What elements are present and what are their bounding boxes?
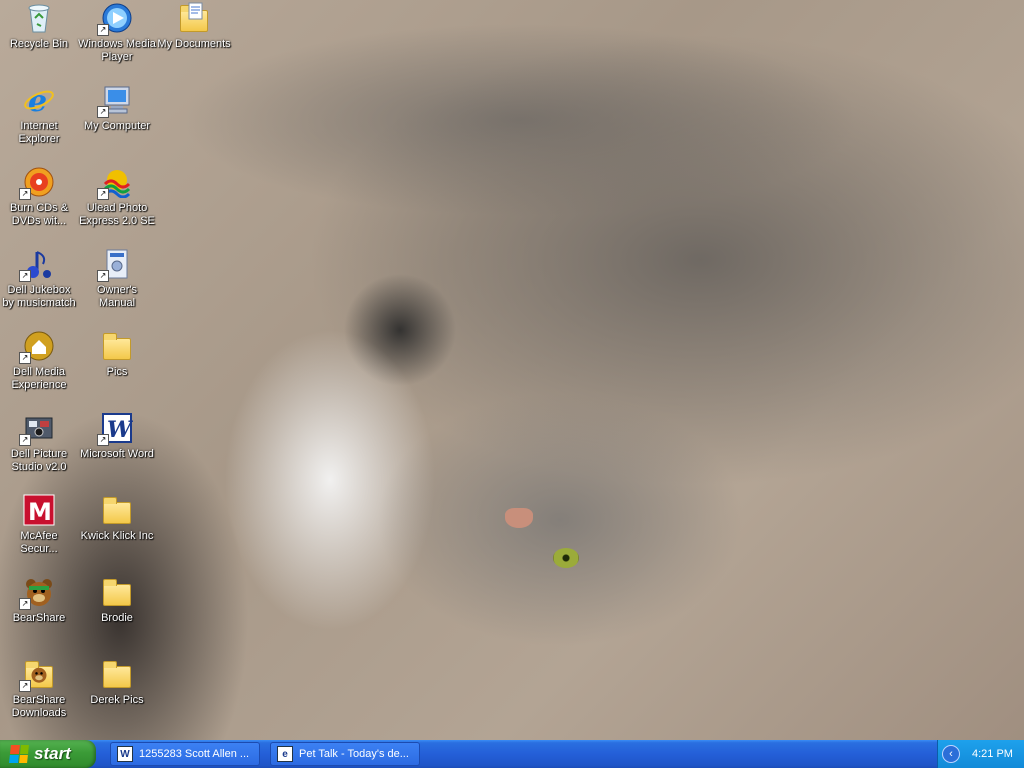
folder-icon (101, 658, 133, 690)
desktop-icon-label: Pics (106, 366, 128, 378)
desktop-icon-label: McAfee Secur... (20, 530, 58, 555)
desktop-icon-label: Internet Explorer (18, 120, 60, 145)
start-button-label: start (34, 744, 71, 763)
recycle-bin-icon (23, 2, 55, 34)
shortcut-arrow-icon: ↗ (97, 106, 109, 118)
shortcut-arrow-icon: ↗ (19, 270, 31, 282)
shortcut-arrow-icon: ↗ (97, 434, 109, 446)
shortcut-arrow-icon: ↗ (97, 24, 109, 36)
desktop-icon-label: Windows Media Player (78, 38, 156, 63)
taskbar-clock[interactable]: 4:21 PM (972, 748, 1013, 760)
desktop-icon-dell-picture-studio[interactable]: ↗ Dell Picture Studio v2.0 (0, 412, 78, 474)
windows-media-player-icon: ↗ (97, 2, 133, 36)
desktop-icon-label: BearShare (12, 612, 66, 624)
desktop-icon-label: Dell Media Experience (11, 366, 67, 391)
svg-text:W: W (107, 417, 133, 443)
burn-cd-icon: ↗ (19, 166, 55, 200)
dell-picture-studio-icon: ↗ (19, 412, 55, 446)
show-hidden-icons-chevron-icon[interactable]: ‹ (942, 745, 960, 763)
desktop-icon-ulead-photo-express[interactable]: ↗ Ulead Photo Express 2.0 SE (78, 166, 156, 228)
desktop-icon-pics[interactable]: Pics (78, 330, 156, 379)
shortcut-arrow-icon: ↗ (19, 598, 31, 610)
desktop-icon-bearshare[interactable]: ↗ BearShare (0, 576, 78, 625)
desktop-icon-label: Ulead Photo Express 2.0 SE (79, 202, 155, 227)
wallpaper-cat-nose (505, 508, 533, 528)
desktop-icon-owners-manual[interactable]: ↗ Owner's Manual (78, 248, 156, 310)
internet-explorer-icon: e (23, 84, 55, 116)
ulead-photo-icon: ↗ (97, 166, 133, 200)
desktop-icon-dell-media-experience[interactable]: ↗ Dell Media Experience (0, 330, 78, 392)
microsoft-word-icon: W ↗ (97, 412, 133, 446)
dell-jukebox-icon: ↗ (19, 248, 55, 282)
desktop-icon-label: Recycle Bin (9, 38, 69, 50)
internet-explorer-icon: e (277, 746, 293, 762)
desktop-icon-burn-cds[interactable]: ↗ Burn CDs & DVDs wit... (0, 166, 78, 228)
desktop-icon-brodie[interactable]: Brodie (78, 576, 156, 625)
desktop-icon-bearshare-downloads[interactable]: ↗ BearShare Downloads (0, 658, 78, 720)
desktop-icon-derek-pics[interactable]: Derek Pics (78, 658, 156, 707)
svg-text:e: e (28, 84, 47, 116)
desktop-icon-label: Burn CDs & DVDs wit... (9, 202, 69, 227)
start-button[interactable]: start (0, 740, 96, 768)
windows-logo-icon (9, 745, 29, 763)
shortcut-arrow-icon: ↗ (19, 680, 31, 692)
desktop-icon-label: Owner's Manual (97, 284, 137, 309)
taskbar-button-label: Pet Talk - Today's de... (299, 748, 409, 760)
dell-media-icon: ↗ (19, 330, 55, 364)
desktop-icon-internet-explorer[interactable]: e Internet Explorer (0, 84, 78, 146)
taskbar-button-word-document[interactable]: W 1255283 Scott Allen ... (110, 742, 260, 766)
desktop-icon-mcafee[interactable]: M McAfee Secur... (0, 494, 78, 556)
mcafee-icon: M (23, 494, 55, 526)
desktop-icon-label: Microsoft Word (80, 448, 154, 460)
desktop-icon-label: Kwick Klick Inc (80, 530, 154, 542)
wallpaper-cat-eye (553, 548, 579, 568)
desktop-icon-dell-jukebox[interactable]: ↗ Dell Jukebox by musicmatch (0, 248, 78, 310)
desktop-icon-my-computer[interactable]: ↗ My Computer (78, 84, 156, 133)
folder-icon (101, 330, 133, 362)
desktop-icon-label: Dell Picture Studio v2.0 (10, 448, 68, 473)
owners-manual-icon: ↗ (97, 248, 133, 282)
shortcut-arrow-icon: ↗ (97, 270, 109, 282)
bearshare-icon: ↗ (19, 576, 55, 610)
shortcut-arrow-icon: ↗ (97, 188, 109, 200)
shortcut-arrow-icon: ↗ (19, 434, 31, 446)
desktop-icon-label: Brodie (101, 612, 133, 624)
desktop-icon-kwick-klick-inc[interactable]: Kwick Klick Inc (78, 494, 156, 543)
desktop-icon-windows-media-player[interactable]: ↗ Windows Media Player (78, 2, 156, 64)
shortcut-arrow-icon: ↗ (19, 188, 31, 200)
taskbar-button-pet-talk[interactable]: e Pet Talk - Today's de... (270, 742, 420, 766)
folder-icon (101, 576, 133, 608)
svg-text:M: M (28, 498, 52, 526)
desktop-icon-label: My Documents (157, 38, 231, 50)
folder-icon (101, 494, 133, 526)
word-document-icon: W (117, 746, 133, 762)
shortcut-arrow-icon: ↗ (19, 352, 31, 364)
desktop-icon-label: Derek Pics (90, 694, 144, 706)
desktop-icon-my-documents[interactable]: My Documents (155, 2, 233, 51)
desktop-icon-recycle-bin[interactable]: Recycle Bin (0, 2, 78, 51)
my-documents-icon (178, 2, 210, 34)
desktop-icon-label: BearShare Downloads (11, 694, 67, 719)
bearshare-downloads-icon: ↗ (19, 658, 55, 692)
desktop-icon-microsoft-word[interactable]: W ↗ Microsoft Word (78, 412, 156, 461)
desktop-icon-label: Dell Jukebox by musicmatch (2, 284, 76, 309)
taskbar-button-label: 1255283 Scott Allen ... (139, 748, 250, 760)
taskbar: start W 1255283 Scott Allen ... e Pet Ta… (0, 740, 1024, 768)
system-tray: ‹ 4:21 PM (937, 740, 1024, 768)
my-computer-icon: ↗ (97, 84, 133, 118)
desktop-icon-label: My Computer (83, 120, 151, 132)
